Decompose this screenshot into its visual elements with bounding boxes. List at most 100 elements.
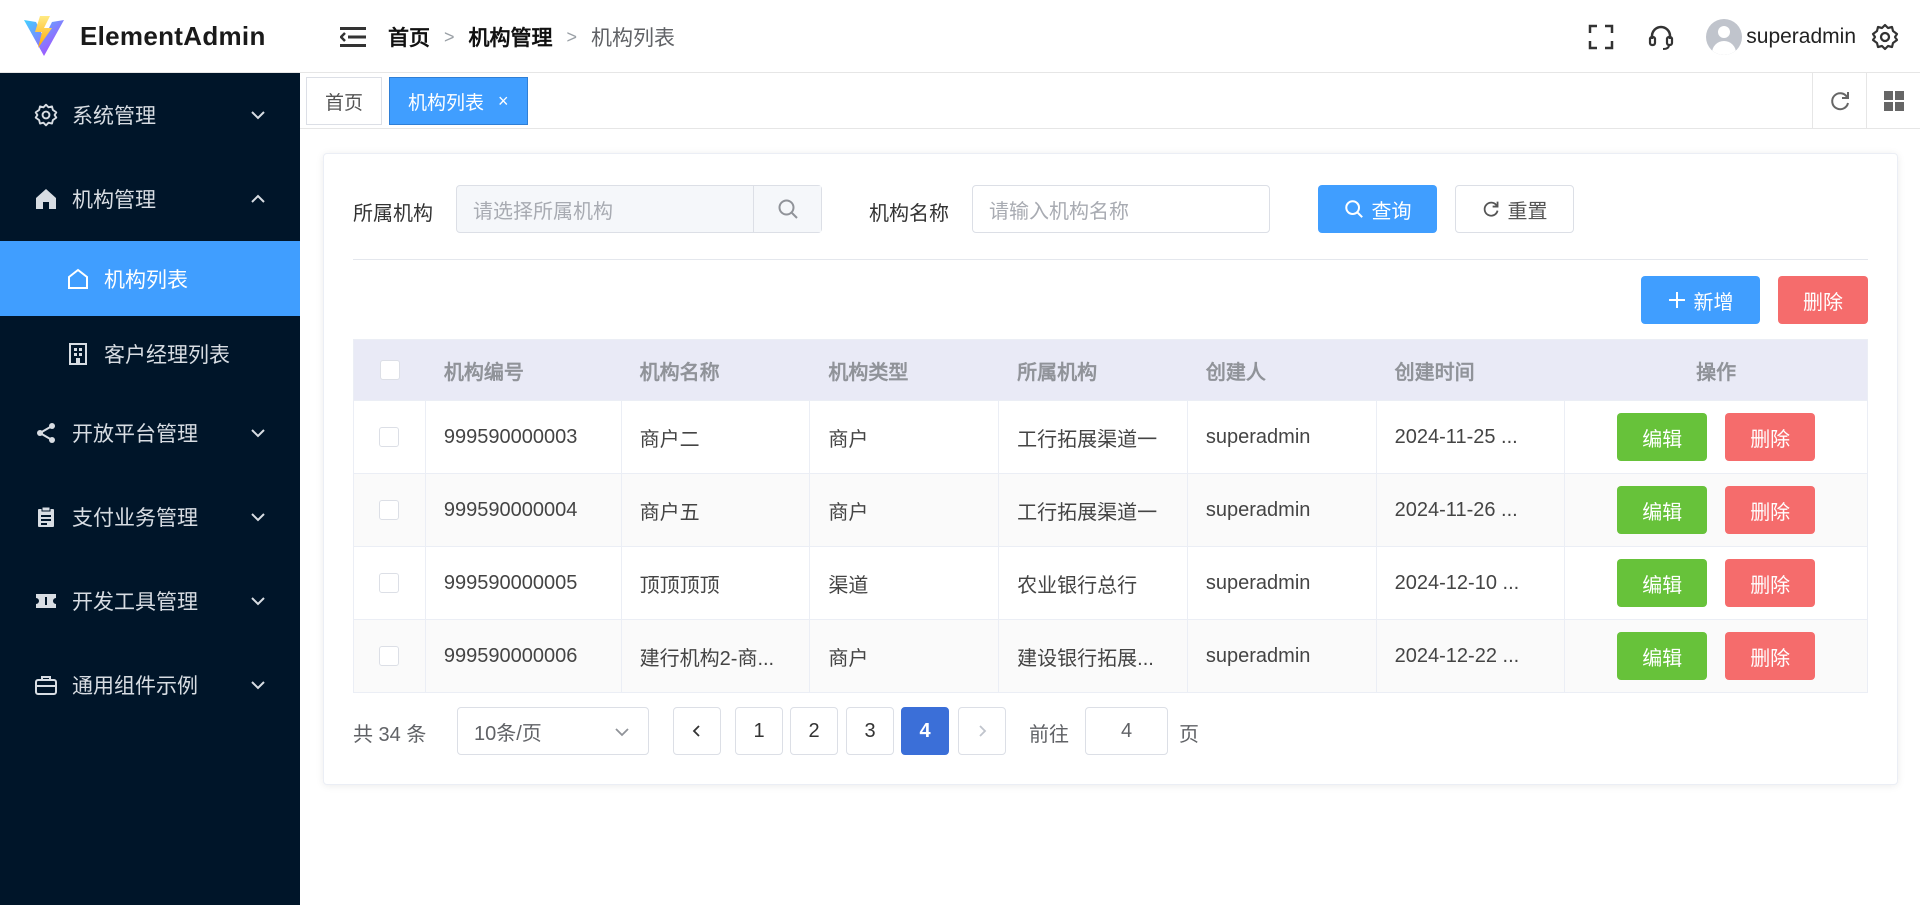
sidebar-item-label: 机构管理	[72, 189, 156, 212]
sidebar-item-label: 通用组件示例	[72, 675, 198, 698]
cell-code: 999590000004	[426, 474, 622, 546]
gear-icon[interactable]	[1870, 22, 1900, 52]
headset-icon[interactable]	[1646, 22, 1676, 52]
chevron-down-icon	[251, 111, 265, 120]
sidebar-item-payment[interactable]: 支付业务管理	[0, 475, 300, 559]
chevron-down-icon	[251, 513, 265, 522]
sidebar-item-label: 支付业务管理	[72, 507, 198, 530]
cell-parent: 建设银行拓展...	[999, 620, 1188, 692]
logo-area[interactable]: ElementAdmin	[0, 0, 300, 73]
edit-button[interactable]: 编辑	[1617, 486, 1708, 534]
cell-type: 商户	[810, 620, 1000, 692]
sidebar-item-label: 开放平台管理	[72, 423, 198, 446]
sidebar-item-label: 开发工具管理	[72, 591, 198, 614]
cell-name: 建行机构2-商...	[622, 620, 811, 692]
cell-type: 渠道	[810, 547, 1000, 619]
cell-parent: 工行拓展渠道一	[999, 474, 1188, 546]
column-header: 机构编号	[443, 361, 524, 384]
query-button[interactable]: 查询	[1318, 185, 1437, 233]
table-row: 999590000004 商户五 商户 工行拓展渠道一 superadmin 2…	[354, 473, 1867, 546]
page-size-value: 10条/页	[474, 722, 542, 745]
table-row: 999590000003 商户二 商户 工行拓展渠道一 superadmin 2…	[354, 400, 1867, 473]
plus-icon	[1668, 291, 1686, 309]
reset-button[interactable]: 重置	[1455, 185, 1574, 233]
pagination-total: 共 34 条	[353, 724, 427, 746]
sidebar-subitem-label: 客户经理列表	[104, 343, 230, 367]
cell-created: 2024-11-25 ...	[1377, 401, 1566, 473]
cell-actions: 编辑 删除	[1565, 547, 1867, 619]
row-checkbox[interactable]	[379, 573, 400, 593]
row-checkbox[interactable]	[379, 427, 400, 447]
fullscreen-icon[interactable]	[1586, 22, 1616, 52]
cell-creator: superadmin	[1188, 547, 1377, 619]
sidebar-item-org[interactable]: 机构管理	[0, 157, 300, 241]
page-button-1[interactable]: 1	[735, 707, 783, 755]
edit-button[interactable]: 编辑	[1617, 632, 1708, 680]
column-header: 操作	[1696, 361, 1737, 384]
column-header: 所属机构	[1017, 361, 1098, 384]
page-button-2[interactable]: 2	[790, 707, 838, 755]
select-all-cell	[354, 340, 426, 400]
org-name-placeholder: 请输入机构名称	[989, 200, 1129, 223]
sidebar-item-open-platform[interactable]: 开放平台管理	[0, 391, 300, 475]
cell-code: 999590000003	[426, 401, 622, 473]
delete-button[interactable]: 删除	[1725, 632, 1816, 680]
search-icon[interactable]	[753, 186, 821, 232]
row-checkbox[interactable]	[379, 500, 400, 520]
column-header: 机构类型	[828, 361, 909, 384]
sidebar-subitem-org-list[interactable]: 机构列表	[0, 241, 300, 316]
cell-code: 999590000005	[426, 547, 622, 619]
cell-created: 2024-12-10 ...	[1377, 547, 1566, 619]
edit-button[interactable]: 编辑	[1617, 413, 1708, 461]
prev-page-button[interactable]	[673, 707, 721, 755]
select-all-checkbox[interactable]	[379, 360, 400, 380]
breadcrumb-org-management[interactable]: 机构管理	[469, 22, 553, 52]
chevron-down-icon	[615, 728, 629, 737]
add-button[interactable]: 新增	[1641, 276, 1760, 324]
refresh-icon[interactable]	[1812, 73, 1866, 129]
chevron-right-icon: >	[566, 26, 578, 47]
delete-button[interactable]: 删除	[1725, 559, 1816, 607]
close-icon[interactable]: ×	[498, 91, 509, 112]
tab-label: 首页	[325, 92, 364, 114]
chevron-right-icon	[979, 725, 987, 737]
collapse-menu-icon[interactable]	[340, 26, 366, 48]
cell-type: 商户	[810, 474, 1000, 546]
table-row: 999590000006 建行机构2-商... 商户 建设银行拓展... sup…	[354, 619, 1867, 692]
cell-name: 顶顶顶顶	[622, 547, 811, 619]
grid-icon[interactable]	[1866, 73, 1920, 129]
goto-page-input[interactable]: 4	[1085, 707, 1168, 755]
table-row: 999590000005 顶顶顶顶 渠道 农业银行总行 superadmin 2…	[354, 546, 1867, 619]
page-size-select[interactable]: 10条/页	[457, 707, 649, 755]
cell-created: 2024-12-22 ...	[1377, 620, 1566, 692]
org-name-input[interactable]: 请输入机构名称	[972, 185, 1270, 233]
breadcrumb-home[interactable]: 首页	[388, 22, 430, 52]
row-checkbox[interactable]	[379, 646, 400, 666]
breadcrumb: 首页 > 机构管理 > 机构列表	[388, 22, 675, 52]
sidebar-item-dev-tools[interactable]: 开发工具管理	[0, 559, 300, 643]
tab-label: 机构列表	[408, 92, 485, 114]
page-button-4[interactable]: 4	[901, 707, 949, 755]
sidebar-subitem-manager-list[interactable]: 客户经理列表	[0, 316, 300, 391]
sidebar-item-components[interactable]: 通用组件示例	[0, 643, 300, 727]
batch-delete-button[interactable]: 删除	[1778, 276, 1868, 324]
chevron-left-icon	[692, 725, 700, 737]
edit-button[interactable]: 编辑	[1617, 559, 1708, 607]
cell-created: 2024-11-26 ...	[1377, 474, 1566, 546]
page-button-3[interactable]: 3	[846, 707, 894, 755]
cell-creator: superadmin	[1188, 474, 1377, 546]
add-button-label: 新增	[1693, 291, 1734, 314]
tab-org-list[interactable]: 机构列表 ×	[389, 77, 528, 125]
house-outline-icon	[66, 267, 90, 291]
delete-button[interactable]: 删除	[1725, 486, 1816, 534]
org-select-input[interactable]: 请选择所属机构	[456, 185, 822, 233]
sidebar-item-system[interactable]: 系统管理	[0, 73, 300, 157]
tab-home[interactable]: 首页	[306, 77, 383, 125]
next-page-button[interactable]	[958, 707, 1006, 755]
top-header: ElementAdmin 首页 > 机构管理 > 机构列表 superadmin	[0, 0, 1920, 73]
sidebar: 系统管理 机构管理 机构列表 客户经理列表 开放平台管理 支付业务管理 开发工具…	[0, 73, 300, 905]
delete-button[interactable]: 删除	[1725, 413, 1816, 461]
batch-delete-label: 删除	[1803, 291, 1843, 314]
column-header: 机构名称	[639, 361, 720, 384]
user-menu[interactable]: superadmin	[1706, 18, 1856, 55]
